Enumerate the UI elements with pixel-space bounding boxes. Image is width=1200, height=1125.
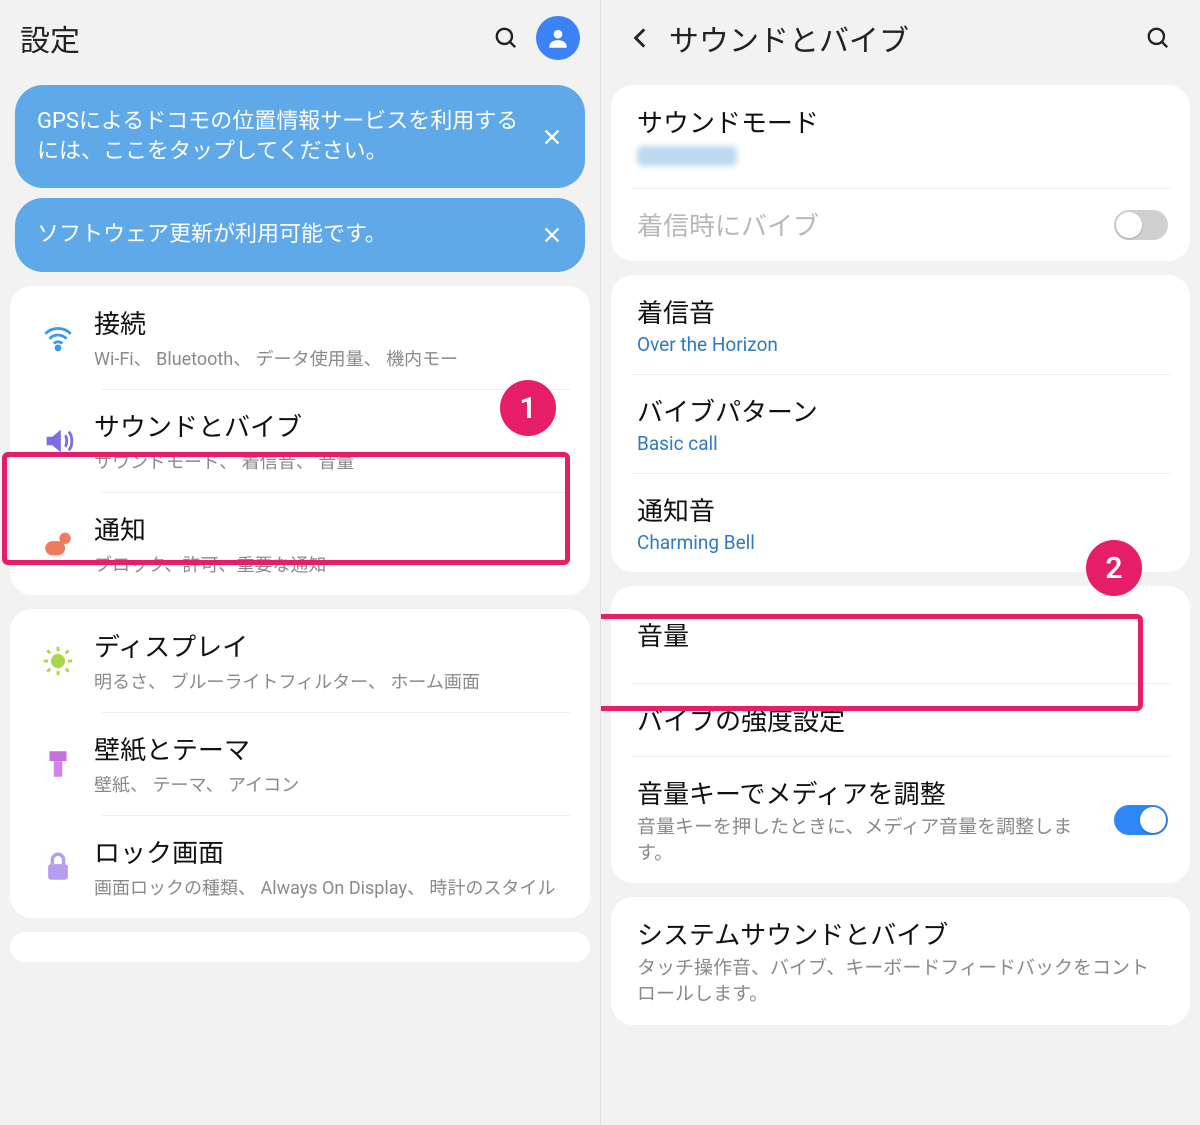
step-badge-2: 2	[1086, 540, 1142, 596]
step-badge-1: 1	[500, 380, 556, 436]
search-button[interactable]	[484, 16, 528, 60]
ringtone-card: 着信音 Over the Horizon バイブパターン Basic call …	[611, 275, 1190, 572]
settings-item-theme[interactable]: 壁紙とテーマ 壁紙、 テーマ、 アイコン	[10, 712, 590, 815]
profile-button[interactable]	[536, 16, 580, 60]
item-title: 着信音	[637, 293, 1164, 330]
settings-group: ディスプレイ 明るさ、 ブルーライトフィルター、 ホーム画面 壁紙とテーマ 壁紙…	[10, 609, 590, 918]
system-sound-item[interactable]: システムサウンドとバイブ タッチ操作音、バイブ、キーボードフィードバックをコント…	[611, 897, 1190, 1024]
header: 設定	[0, 0, 600, 75]
display-icon	[41, 644, 75, 678]
search-icon	[493, 25, 519, 51]
lock-icon	[41, 850, 75, 884]
settings-item-lockscreen[interactable]: ロック画面 画面ロックの種類、 Always On Display、 時計のスタ…	[10, 815, 590, 918]
item-title: ディスプレイ	[94, 627, 570, 664]
theme-icon	[41, 747, 75, 781]
search-button[interactable]	[1136, 16, 1180, 60]
item-sub: ブロック、許可、重要な通知	[94, 551, 570, 577]
settings-group-peek	[10, 932, 590, 962]
banner-text: ソフトウェア更新が利用可能です。	[37, 222, 387, 247]
volume-card: 音量 バイブの強度設定 音量キーでメディアを調整 音量キーを押したときに、メディ…	[611, 586, 1190, 883]
chevron-left-icon	[628, 25, 654, 51]
item-title: 通知音	[637, 491, 1164, 528]
item-sub: Wi-Fi、 Bluetooth、 データ使用量、 機内モー	[94, 345, 570, 371]
item-title: ロック画面	[94, 833, 570, 870]
item-sub: 画面ロックの種類、 Always On Display、 時計のスタイル	[94, 874, 570, 900]
item-sub: タッチ操作音、バイブ、キーボードフィードバックをコントロールします。	[637, 955, 1164, 1006]
close-icon	[541, 224, 563, 246]
close-icon	[541, 126, 563, 148]
vibrate-on-ring-item[interactable]: 着信時にバイブ	[611, 188, 1190, 261]
vibration-pattern-item[interactable]: バイブパターン Basic call	[611, 374, 1190, 473]
update-banner[interactable]: ソフトウェア更新が利用可能です。	[15, 198, 585, 272]
item-title: 通知	[94, 510, 570, 547]
sound-mode-item[interactable]: サウンドモード	[611, 85, 1190, 188]
media-volume-key-item[interactable]: 音量キーでメディアを調整 音量キーを押したときに、メディア音量を調整します。	[611, 756, 1190, 883]
vibrate-toggle[interactable]	[1114, 210, 1168, 240]
item-value: Over the Horizon	[637, 333, 1164, 356]
settings-item-connections[interactable]: 接続 Wi-Fi、 Bluetooth、 データ使用量、 機内モー	[10, 286, 590, 389]
item-title: 着信時にバイブ	[637, 206, 1100, 243]
volume-item[interactable]: 音量	[611, 586, 1190, 683]
settings-item-display[interactable]: ディスプレイ 明るさ、 ブルーライトフィルター、 ホーム画面	[10, 609, 590, 712]
header: サウンドとバイブ	[601, 0, 1200, 75]
sound-pane: サウンドとバイブ サウンドモード 着信時にバイブ 着信音 Over the Ho…	[600, 0, 1200, 1125]
item-title: バイブパターン	[637, 392, 1164, 429]
ringtone-item[interactable]: 着信音 Over the Horizon	[611, 275, 1190, 374]
item-title: サウンドとバイブ	[94, 407, 570, 444]
banner-text: GPSによるドコモの位置情報サービスを利用するには、ここをタップしてください。	[37, 109, 518, 164]
item-title: 音量キーでメディアを調整	[637, 774, 1100, 811]
wifi-icon	[41, 321, 75, 355]
item-sub: 音量キーを押したときに、メディア音量を調整します。	[637, 814, 1100, 865]
page-title: サウンドとバイブ	[669, 16, 1128, 60]
item-title: 音量	[637, 616, 1164, 653]
item-title: 接続	[94, 304, 570, 341]
item-title: サウンドモード	[637, 103, 1164, 140]
item-sub: サウンドモード、 着信音、 音量	[94, 448, 570, 474]
sound-mode-card: サウンドモード 着信時にバイブ	[611, 85, 1190, 261]
settings-group: 接続 Wi-Fi、 Bluetooth、 データ使用量、 機内モー サウンドとバ…	[10, 286, 590, 595]
avatar	[536, 16, 580, 60]
item-value: Basic call	[637, 432, 1164, 455]
item-title: バイブの強度設定	[637, 701, 1164, 738]
notification-icon	[41, 527, 75, 561]
sound-mode-value-blurred	[637, 146, 737, 166]
item-sub: 壁紙、 テーマ、 アイコン	[94, 771, 570, 797]
close-banner-button[interactable]	[537, 220, 567, 250]
settings-pane: 設定 GPSによるドコモの位置情報サービスを利用するには、ここをタップしてくださ…	[0, 0, 600, 1125]
sound-icon	[41, 424, 75, 458]
item-value: Charming Bell	[637, 531, 1164, 554]
item-title: システムサウンドとバイブ	[637, 915, 1164, 952]
system-sound-card: システムサウンドとバイブ タッチ操作音、バイブ、キーボードフィードバックをコント…	[611, 897, 1190, 1024]
settings-item-notifications[interactable]: 通知 ブロック、許可、重要な通知	[10, 492, 590, 595]
gps-banner[interactable]: GPSによるドコモの位置情報サービスを利用するには、ここをタップしてください。	[15, 85, 585, 188]
page-title: 設定	[20, 16, 476, 60]
vibration-intensity-item[interactable]: バイブの強度設定	[611, 683, 1190, 756]
search-icon	[1145, 25, 1171, 51]
close-banner-button[interactable]	[537, 122, 567, 152]
media-key-toggle[interactable]	[1114, 805, 1168, 835]
back-button[interactable]	[621, 25, 661, 51]
item-title: 壁紙とテーマ	[94, 730, 570, 767]
person-icon	[545, 25, 571, 51]
item-sub: 明るさ、 ブルーライトフィルター、 ホーム画面	[94, 668, 570, 694]
